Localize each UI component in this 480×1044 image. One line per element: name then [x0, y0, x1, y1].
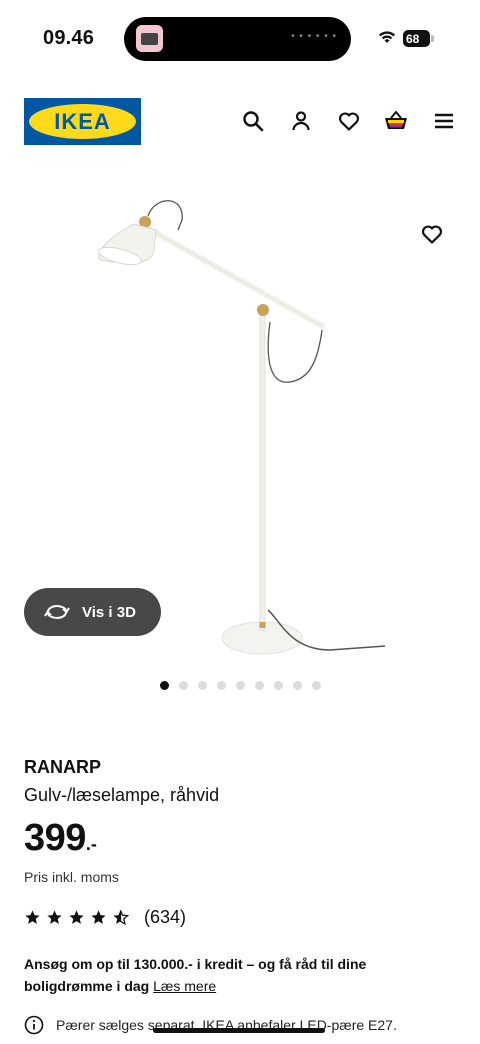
product-price: 399.- [24, 817, 97, 860]
gallery-dot[interactable] [292, 681, 302, 690]
price-suffix: .- [85, 834, 97, 854]
rating-count: (634) [144, 907, 187, 927]
star-full-icon [47, 910, 62, 924]
battery-tip [431, 35, 434, 42]
view-in-3d-button[interactable]: Vis i 3D [24, 588, 161, 636]
dynamic-island[interactable]: • • • • • • [124, 17, 351, 61]
add-to-wishlist-heart-icon[interactable] [420, 222, 444, 246]
read-more-link[interactable]: Læs mere [153, 978, 216, 994]
star-full-icon [91, 910, 106, 924]
wifi-icon [379, 31, 395, 43]
info-icon [24, 1015, 44, 1035]
product-rating[interactable]: (634) [24, 907, 186, 928]
product-gallery[interactable]: Vis i 3D [0, 170, 480, 670]
gallery-dot[interactable] [311, 681, 321, 690]
gallery-dot[interactable] [159, 681, 169, 690]
gallery-dot[interactable] [254, 681, 264, 690]
product-description: Gulv-/læselampe, råhvid [24, 785, 220, 805]
gallery-dot[interactable] [178, 681, 188, 690]
gallery-dot[interactable] [235, 681, 245, 690]
star-half-icon [113, 910, 129, 926]
ikea-logo[interactable]: IKEA [24, 98, 141, 145]
battery-indicator: 68 [403, 30, 430, 47]
star-full-icon [69, 910, 84, 924]
product-name: RANARP [24, 757, 102, 777]
logo-text: IKEA [54, 108, 111, 134]
island-dots-icon: • • • • • • [291, 31, 337, 42]
battery-level: 68 [406, 31, 420, 46]
home-indicator[interactable] [153, 1028, 325, 1033]
gallery-dot[interactable] [216, 681, 226, 690]
menu-icon[interactable] [431, 108, 457, 134]
gallery-dot[interactable] [273, 681, 283, 690]
gallery-pagination[interactable] [0, 681, 480, 690]
view-in-3d-label: Vis i 3D [82, 603, 136, 621]
status-time: 09.46 [43, 27, 95, 49]
price-amount: 399 [24, 817, 86, 859]
basket-icon[interactable] [383, 108, 409, 134]
site-header: IKEA [0, 90, 480, 152]
gallery-dot[interactable] [197, 681, 207, 690]
now-playing-thumbnail [136, 25, 163, 52]
search-icon[interactable] [240, 108, 266, 134]
user-icon[interactable] [288, 108, 314, 134]
star-full-icon [25, 910, 40, 924]
vat-note: Pris inkl. moms [24, 869, 119, 885]
status-bar: 09.46 • • • • • • 68 [0, 0, 480, 78]
rotate-3d-icon [44, 604, 70, 620]
heart-icon[interactable] [336, 108, 362, 134]
credit-offer: Ansøg om op til 130.000.- i kredit – og … [24, 953, 444, 997]
